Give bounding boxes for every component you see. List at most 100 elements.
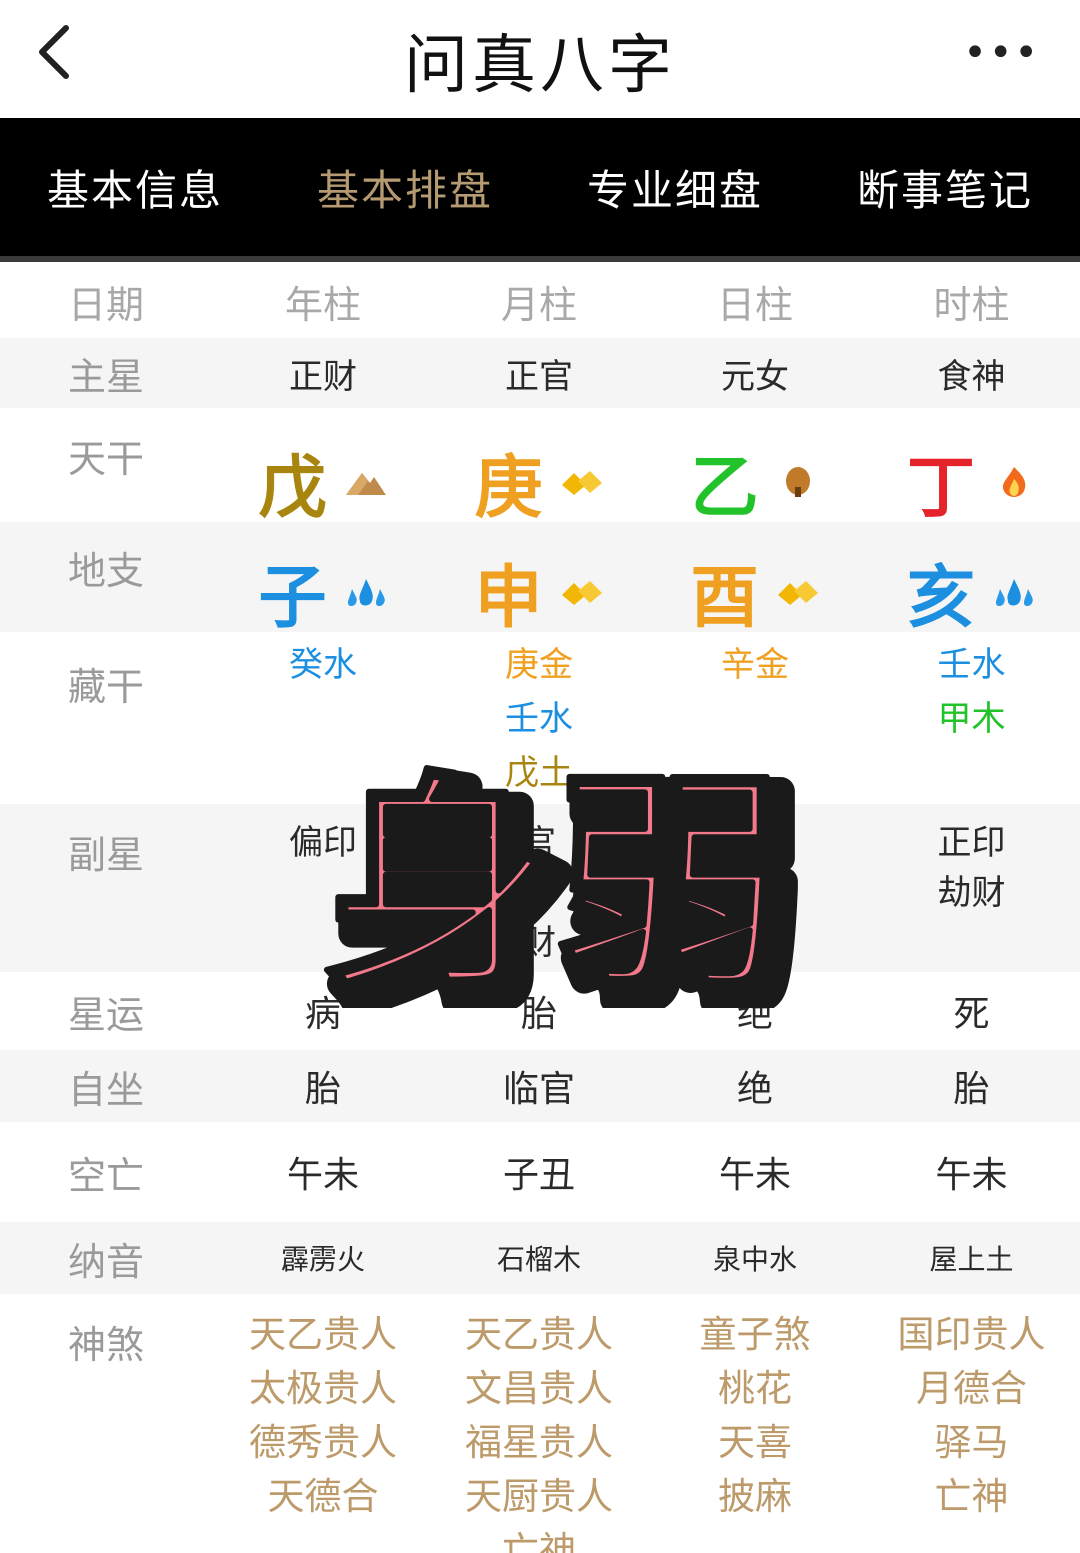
top-bar: 问真八字 •••	[0, 0, 1080, 118]
tiangan-hour-char: 丁	[906, 449, 975, 528]
tiangan-year-char: 戊	[258, 449, 327, 528]
kongwang-hour: 午未	[935, 1155, 1008, 1196]
water-drops-icon	[996, 578, 1033, 606]
shensha-item: 月德合	[916, 1367, 1027, 1410]
main-star-hour: 食神	[937, 356, 1006, 397]
shensha-item: 太极贵人	[249, 1367, 397, 1410]
hidden-stem: 壬水	[937, 645, 1006, 685]
pillar-hour-header: 时柱	[933, 282, 1010, 327]
wood-tree-icon	[785, 466, 810, 497]
row-label-dizhi: 地支	[68, 549, 145, 593]
zizuo-month: 临官	[502, 1069, 575, 1110]
tiangan-day: 乙	[647, 410, 863, 528]
water-drops-icon	[347, 578, 385, 606]
tab-notes[interactable]: 断事笔记	[810, 118, 1080, 256]
xingyun-hour: 死	[953, 994, 990, 1035]
zizuo-row: 自坐 胎 临官 绝 胎	[0, 1050, 1080, 1122]
shensha-hour: 国印贵人 月德合 驿马 亡神	[863, 1296, 1080, 1553]
row-label-shensha: 神煞	[68, 1323, 145, 1367]
shensha-item: 天乙贵人	[249, 1313, 397, 1356]
metal-gold-icon	[561, 580, 602, 605]
tiangan-month: 庚	[431, 410, 647, 528]
row-label-main-star: 主星	[68, 354, 145, 399]
shensha-year: 天乙贵人 太极贵人 德秀贵人 天德合	[215, 1296, 431, 1553]
main-star-year: 正财	[289, 356, 357, 397]
shensha-item: 福星贵人	[465, 1421, 613, 1464]
metal-gold-icon	[777, 580, 818, 605]
kongwang-day: 午未	[718, 1155, 791, 1196]
zizuo-day: 绝	[736, 1069, 773, 1110]
tiangan-day-char: 乙	[690, 449, 759, 528]
dizhi-year-char: 子	[258, 559, 327, 638]
shensha-item: 亡神	[934, 1475, 1009, 1518]
tab-basic-info[interactable]: 基本信息	[0, 118, 270, 256]
row-label-tiangan: 天干	[68, 437, 145, 481]
nayin-month: 石榴木	[496, 1243, 581, 1276]
row-label-xingyun: 星运	[68, 992, 145, 1037]
page-title: 问真八字	[404, 29, 676, 103]
zizuo-hour: 胎	[953, 1069, 990, 1110]
earth-mountain-icon	[345, 472, 386, 495]
tiangan-month-char: 庚	[474, 449, 543, 528]
dizhi-day-char: 酉	[690, 559, 759, 638]
hidden-stem: 庚金	[505, 645, 573, 685]
canggan-hour: 壬水 甲木	[863, 634, 1080, 802]
tab-pro-chart[interactable]: 专业细盘	[540, 118, 810, 256]
shensha-day: 童子煞 桃花 天喜 披麻	[647, 1296, 863, 1553]
fuxing-hour: 正印 劫财	[863, 804, 1080, 972]
shensha-item: 天乙贵人	[465, 1313, 613, 1356]
more-dots-icon[interactable]: •••	[963, 30, 1040, 76]
shenruo-overlay-sticker: 身弱 身弱	[321, 751, 812, 1008]
tab-bar: 基本信息 基本排盘 专业细盘 断事笔记	[0, 118, 1080, 262]
dizhi-day: 酉	[647, 522, 863, 638]
row-label-nayin: 纳音	[68, 1239, 145, 1284]
nayin-year: 霹雳火	[280, 1243, 365, 1276]
fire-flame-icon	[1002, 466, 1026, 497]
tiangan-row: 天干 戊 庚 乙 丁	[0, 410, 1080, 528]
nayin-hour: 屋上土	[929, 1243, 1014, 1276]
shensha-row: 神煞 天乙贵人 太极贵人 德秀贵人 天德合 天乙贵人 文昌贵人 福星贵人 天厨贵…	[0, 1296, 1080, 1553]
dizhi-row: 地支 子 申 酉 亥	[0, 522, 1080, 638]
dizhi-hour-char: 亥	[906, 559, 975, 638]
shensha-item: 亡神	[502, 1529, 576, 1553]
tab-basic-chart[interactable]: 基本排盘	[270, 118, 540, 256]
shensha-item: 天厨贵人	[465, 1475, 613, 1518]
hidden-stem: 癸水	[289, 645, 357, 685]
pillar-day-header: 日柱	[716, 282, 793, 327]
kongwang-month: 子丑	[502, 1155, 575, 1196]
tiangan-year: 戊	[215, 410, 431, 528]
shensha-item: 童子煞	[699, 1313, 811, 1356]
hidden-stem: 甲木	[937, 699, 1006, 739]
row-label-canggan: 藏干	[68, 665, 145, 709]
pillar-year-header: 年柱	[284, 282, 361, 327]
dizhi-month: 申	[431, 522, 647, 638]
row-label-kongwang: 空亡	[68, 1153, 145, 1198]
sub-star: 劫财	[937, 873, 1006, 913]
kongwang-year: 午未	[286, 1155, 359, 1196]
tiangan-hour: 丁	[863, 410, 1080, 528]
shensha-item: 国印贵人	[897, 1313, 1046, 1356]
main-star-month: 正官	[505, 356, 573, 397]
row-label-zizuo: 自坐	[68, 1067, 145, 1112]
dizhi-year: 子	[215, 522, 431, 638]
row-label-fuxing: 副星	[68, 833, 145, 877]
overlay-text: 身弱	[324, 754, 784, 1008]
shensha-item: 文昌贵人	[465, 1367, 613, 1410]
sub-star: 正印	[937, 823, 1006, 863]
dizhi-hour: 亥	[863, 522, 1080, 638]
hidden-stem: 壬水	[505, 699, 573, 739]
main-star-row: 主星 正财 正官 元女 食神	[0, 338, 1080, 408]
metal-gold-icon	[561, 470, 602, 495]
nayin-day: 泉中水	[712, 1243, 797, 1276]
shensha-month: 天乙贵人 文昌贵人 福星贵人 天厨贵人 亡神	[431, 1296, 647, 1553]
hidden-stem: 辛金	[721, 645, 789, 685]
row-label-date: 日期	[68, 282, 145, 327]
shensha-item: 天喜	[718, 1421, 792, 1464]
shensha-item: 披麻	[718, 1475, 792, 1518]
zizuo-year: 胎	[304, 1069, 341, 1110]
shensha-item: 驿马	[934, 1421, 1009, 1464]
pillar-month-header: 月柱	[500, 282, 577, 327]
dizhi-month-char: 申	[474, 559, 543, 638]
pillar-header-row: 日期 年柱 月柱 日柱 时柱	[0, 266, 1080, 336]
nayin-row: 纳音 霹雳火 石榴木 泉中水 屋上土	[0, 1222, 1080, 1294]
